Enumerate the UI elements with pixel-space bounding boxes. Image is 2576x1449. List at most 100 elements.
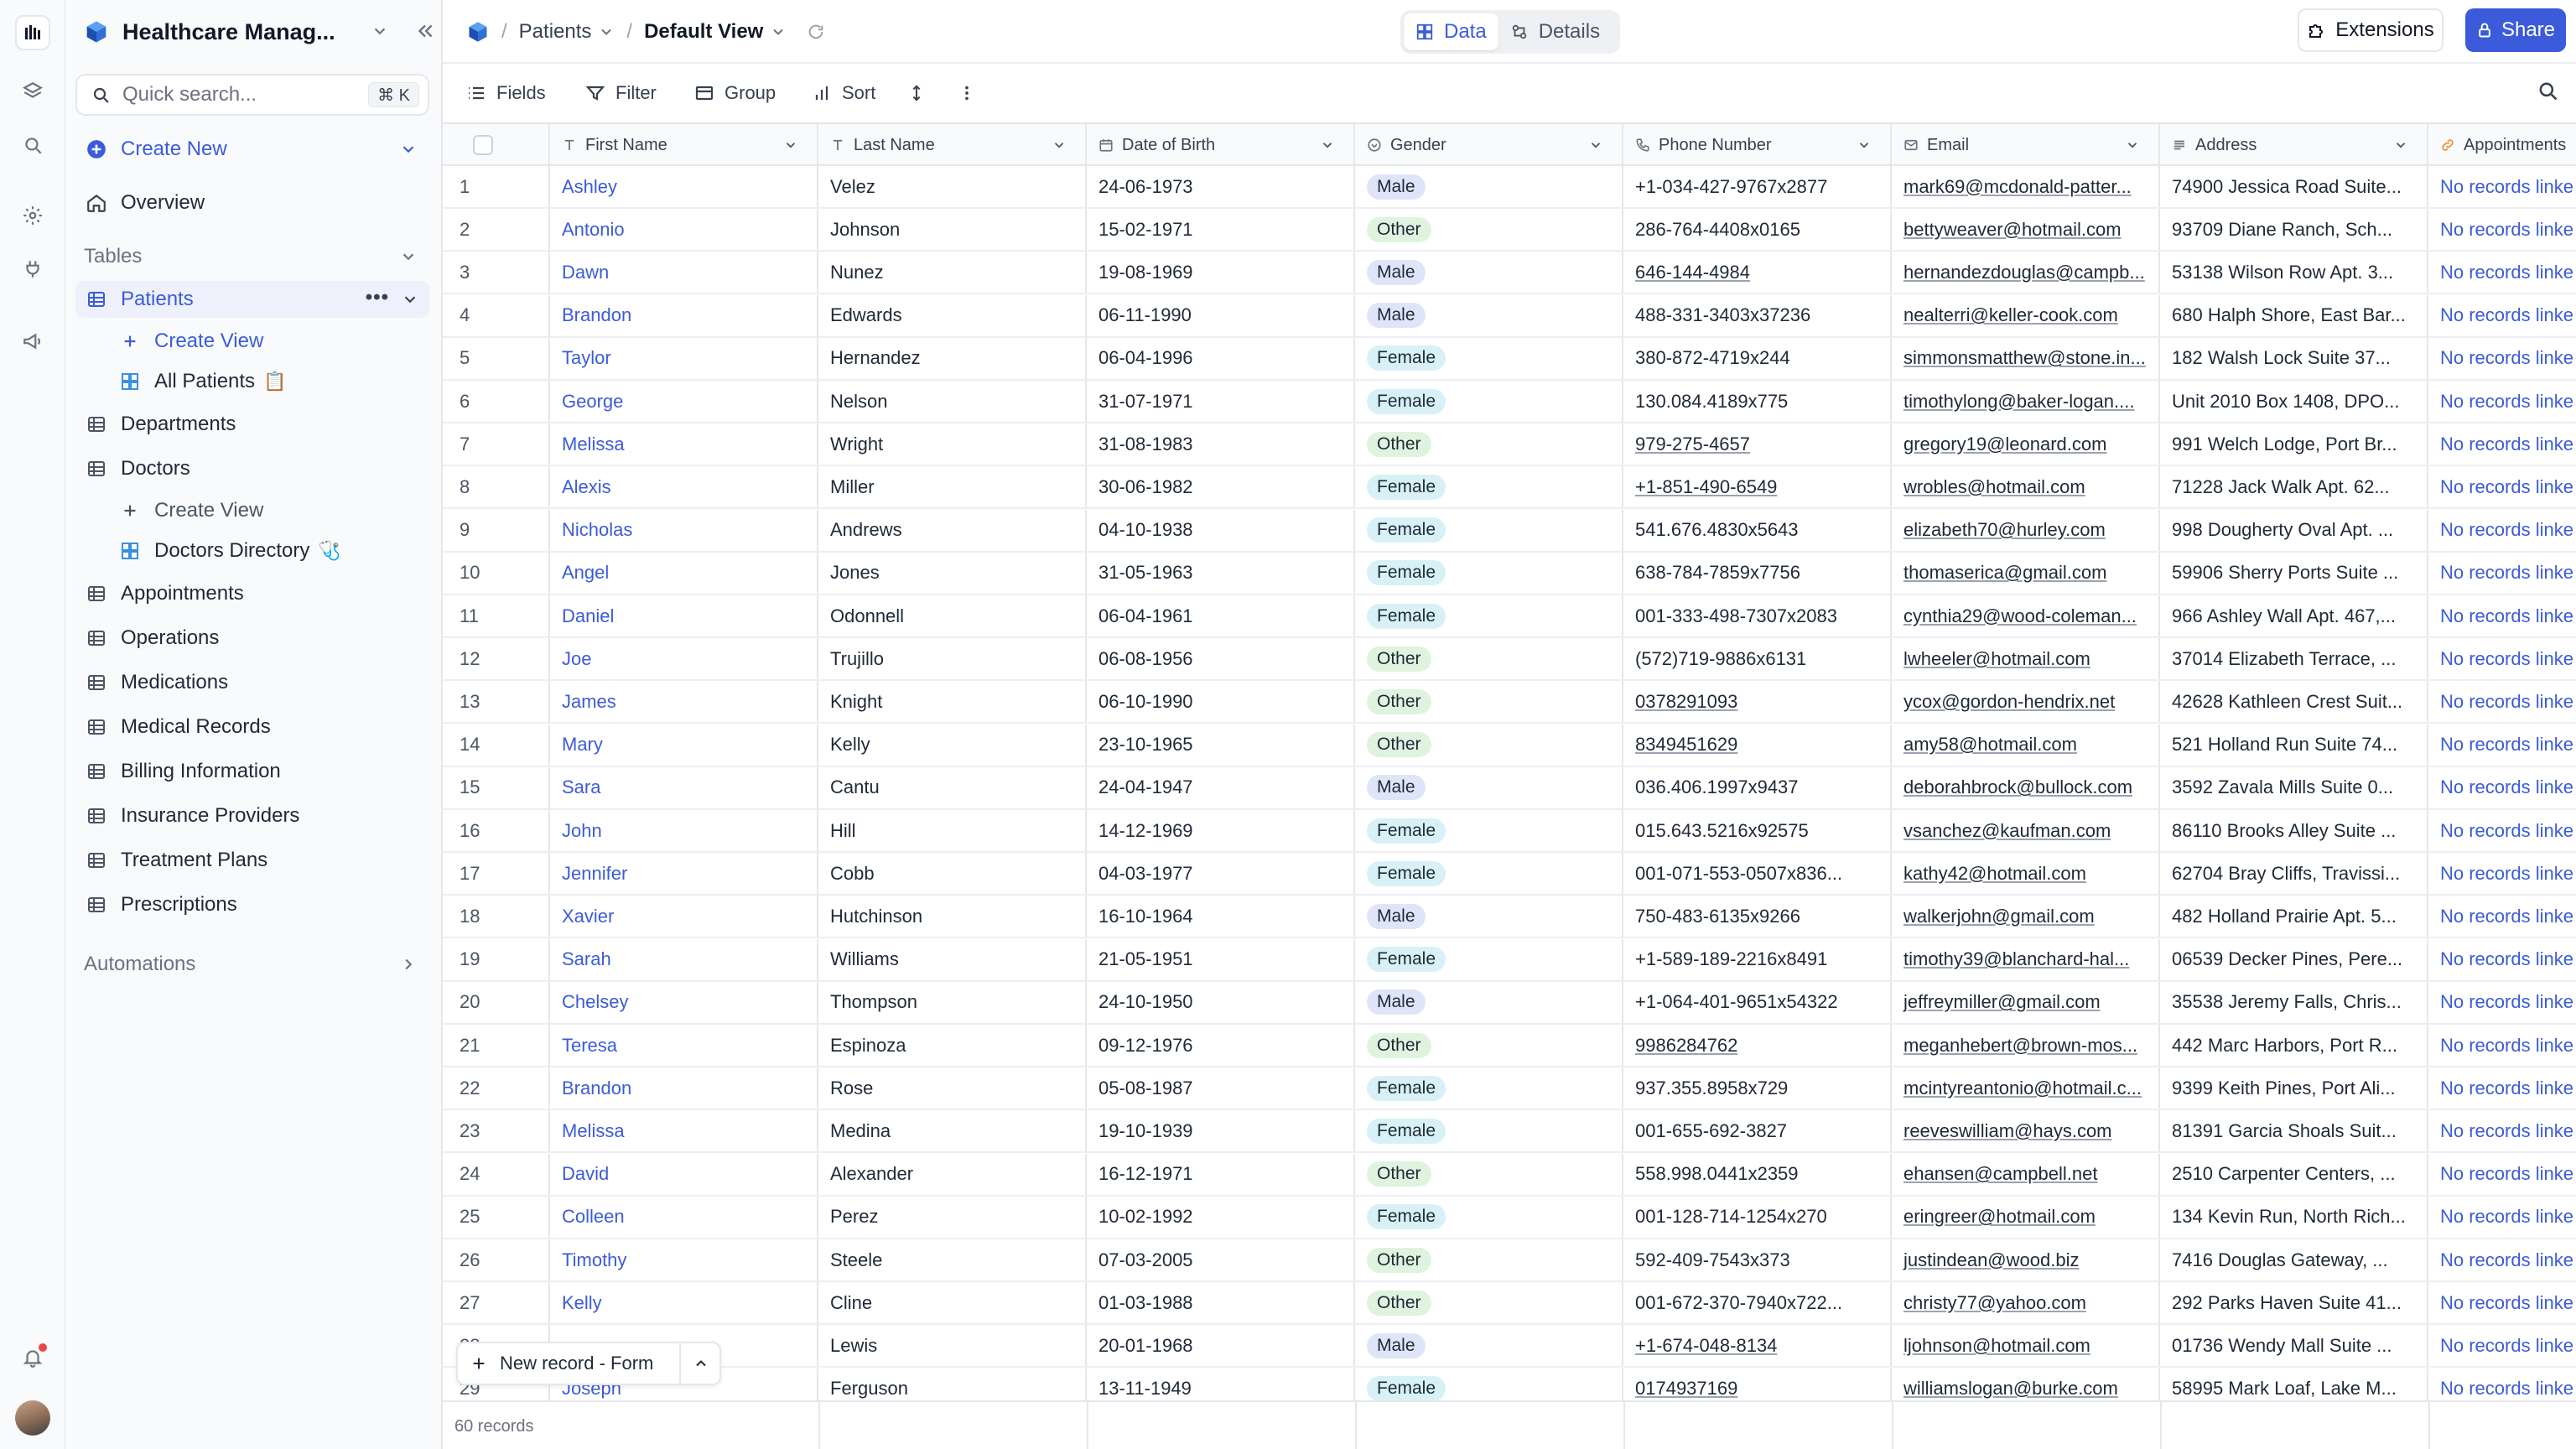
date-of-birth-cell[interactable]: 31-07-1971 — [1087, 381, 1355, 422]
appointments-cell[interactable]: No records linke — [2428, 1325, 2576, 1366]
last-name-cell[interactable]: Medina — [818, 1110, 1087, 1152]
date-of-birth-cell[interactable]: 20-01-1968 — [1087, 1325, 1355, 1367]
table-row[interactable]: 9 Nicholas Andrews 04-10-1938 Female 541.676.… — [443, 509, 2576, 553]
email-cell[interactable]: elizabeth70@hurley.com — [1892, 509, 2160, 551]
phone-number-cell[interactable]: +1-064-401-9651x54322 — [1623, 981, 1892, 1023]
appointments-cell[interactable]: No records linke — [2428, 982, 2576, 1023]
appointments-cell[interactable]: No records linke — [2428, 1110, 2576, 1151]
sidebar-create-view-patients[interactable]: Create View — [117, 323, 428, 360]
appointments-cell[interactable]: No records linke — [2428, 724, 2576, 766]
first-name-cell[interactable]: Timothy — [550, 1239, 818, 1280]
phone-number-cell[interactable]: +1-851-490-6549 — [1623, 466, 1892, 508]
bell-icon[interactable] — [17, 1342, 49, 1374]
address-cell[interactable]: 93709 Diane Ranch, Sch... — [2160, 209, 2428, 251]
email-cell[interactable]: thomaserica@gmail.com — [1892, 552, 2160, 594]
email-cell[interactable]: christy77@yahoo.com — [1892, 1282, 2160, 1324]
gender-cell[interactable]: Male — [1355, 766, 1623, 808]
email-cell[interactable]: ycox@gordon-hendrix.net — [1892, 681, 2160, 723]
chevron-down-icon[interactable] — [2393, 138, 2408, 153]
chevron-down-icon[interactable] — [598, 23, 615, 40]
sidebar-item-appointments[interactable]: Appointments — [84, 575, 428, 612]
phone-number-cell[interactable]: 286-764-4408x0165 — [1623, 209, 1892, 251]
appointments-cell[interactable]: No records linke — [2428, 939, 2576, 980]
appointments-cell[interactable]: No records linke — [2428, 595, 2576, 636]
search-icon[interactable] — [17, 129, 49, 161]
gender-cell[interactable]: Other — [1355, 1239, 1623, 1280]
gender-cell[interactable]: Female — [1355, 810, 1623, 851]
date-of-birth-cell[interactable]: 21-05-1951 — [1087, 938, 1355, 980]
gear-icon[interactable] — [17, 200, 49, 231]
gender-cell[interactable]: Other — [1355, 724, 1623, 766]
last-name-cell[interactable]: Miller — [818, 466, 1087, 508]
date-of-birth-cell[interactable]: 19-08-1969 — [1087, 252, 1355, 293]
group-button[interactable]: Group — [694, 79, 776, 107]
appointments-cell[interactable]: No records linke — [2428, 166, 2576, 207]
table-row[interactable]: 25 Colleen Perez 10-02-1992 Female 001-128-71… — [443, 1196, 2576, 1239]
gender-cell[interactable]: Other — [1355, 423, 1623, 465]
address-cell[interactable]: 482 Holland Prairie Apt. 5... — [2160, 896, 2428, 937]
layers-icon[interactable] — [17, 75, 49, 107]
phone-number-cell[interactable]: +1-034-427-9767x2877 — [1623, 166, 1892, 207]
last-name-cell[interactable]: Velez — [818, 166, 1087, 207]
gender-cell[interactable]: Other — [1355, 638, 1623, 680]
date-of-birth-cell[interactable]: 19-10-1939 — [1087, 1110, 1355, 1152]
phone-number-cell[interactable]: 001-071-553-0507x836... — [1623, 853, 1892, 895]
phone-number-cell[interactable]: 750-483-6135x9266 — [1623, 896, 1892, 937]
sidebar-view-doctors-directory[interactable]: Doctors Directory 🩺 — [117, 532, 428, 569]
appointments-cell[interactable]: No records linke — [2428, 1197, 2576, 1238]
table-row[interactable]: 16 John Hill 14-12-1969 Female 015.643.5216x9… — [443, 810, 2576, 853]
phone-number-cell[interactable]: 937.355.8958x729 — [1623, 1067, 1892, 1109]
column-header-email[interactable]: Email — [1892, 124, 2160, 166]
appointments-cell[interactable]: No records linke — [2428, 252, 2576, 293]
search-icon[interactable] — [2536, 79, 2559, 102]
filter-button[interactable]: Filter — [585, 79, 657, 107]
phone-number-cell[interactable]: +1-674-048-8134 — [1623, 1325, 1892, 1367]
last-name-cell[interactable]: Kelly — [818, 724, 1087, 766]
last-name-cell[interactable]: Hernandez — [818, 337, 1087, 379]
sidebar-item-overview[interactable]: Overview — [84, 184, 428, 221]
date-of-birth-cell[interactable]: 07-03-2005 — [1087, 1239, 1355, 1280]
chevron-down-icon[interactable] — [1052, 138, 1067, 153]
chevron-down-icon[interactable] — [399, 140, 418, 158]
email-cell[interactable]: wrobles@hotmail.com — [1892, 466, 2160, 508]
last-name-cell[interactable]: Williams — [818, 938, 1087, 980]
address-cell[interactable]: 42628 Kathleen Crest Suit... — [2160, 681, 2428, 723]
first-name-cell[interactable]: Colleen — [550, 1196, 818, 1238]
last-name-cell[interactable]: Nunez — [818, 252, 1087, 293]
chevron-down-icon[interactable] — [783, 138, 798, 153]
phone-number-cell[interactable]: 0378291093 — [1623, 681, 1892, 723]
last-name-cell[interactable]: Johnson — [818, 209, 1087, 251]
first-name-cell[interactable]: John — [550, 810, 818, 851]
app-logo-icon[interactable] — [15, 15, 50, 50]
date-of-birth-cell[interactable]: 06-04-1996 — [1087, 337, 1355, 379]
phone-number-cell[interactable]: 558.998.0441x2359 — [1623, 1153, 1892, 1195]
gender-cell[interactable]: Female — [1355, 466, 1623, 508]
table-row[interactable]: 21 Teresa Espinoza 09-12-1976 Other 998628476… — [443, 1025, 2576, 1067]
table-row[interactable]: 26 Timothy Steele 07-03-2005 Other 592-409-75… — [443, 1239, 2576, 1282]
chevron-right-icon[interactable] — [399, 955, 418, 974]
last-name-cell[interactable]: Hutchinson — [818, 896, 1087, 937]
first-name-cell[interactable]: Sarah — [550, 938, 818, 980]
appointments-cell[interactable]: No records linke — [2428, 209, 2576, 250]
phone-number-cell[interactable]: 541.676.4830x5643 — [1623, 509, 1892, 551]
phone-number-cell[interactable]: 036.406.1997x9437 — [1623, 766, 1892, 808]
phone-number-cell[interactable]: 638-784-7859x7756 — [1623, 552, 1892, 594]
first-name-cell[interactable]: Nicholas — [550, 509, 818, 551]
workspace-switcher[interactable]: Healthcare Manag... — [84, 15, 433, 49]
first-name-cell[interactable]: Xavier — [550, 896, 818, 937]
date-of-birth-cell[interactable]: 31-08-1983 — [1087, 423, 1355, 465]
email-cell[interactable]: meganhebert@brown-mos... — [1892, 1025, 2160, 1066]
email-cell[interactable]: jeffreymiller@gmail.com — [1892, 981, 2160, 1023]
appointments-cell[interactable]: No records linke — [2428, 681, 2576, 722]
date-of-birth-cell[interactable]: 06-08-1956 — [1087, 638, 1355, 680]
select-all-checkbox[interactable] — [473, 135, 493, 155]
chevron-down-icon[interactable] — [1588, 138, 1603, 153]
row-height-button[interactable] — [907, 79, 936, 107]
address-cell[interactable]: 62704 Bray Cliffs, Travissi... — [2160, 853, 2428, 895]
gender-cell[interactable]: Other — [1355, 1153, 1623, 1195]
email-cell[interactable]: eringreer@hotmail.com — [1892, 1196, 2160, 1238]
table-row[interactable]: 7 Melissa Wright 31-08-1983 Other 979-275-465… — [443, 423, 2576, 467]
table-row[interactable]: 10 Angel Jones 31-05-1963 Female 638-784-7859… — [443, 552, 2576, 595]
table-row[interactable]: 1 Ashley Velez 24-06-1973 Male +1-034-427-976… — [443, 166, 2576, 209]
appointments-cell[interactable]: No records linke — [2428, 853, 2576, 894]
